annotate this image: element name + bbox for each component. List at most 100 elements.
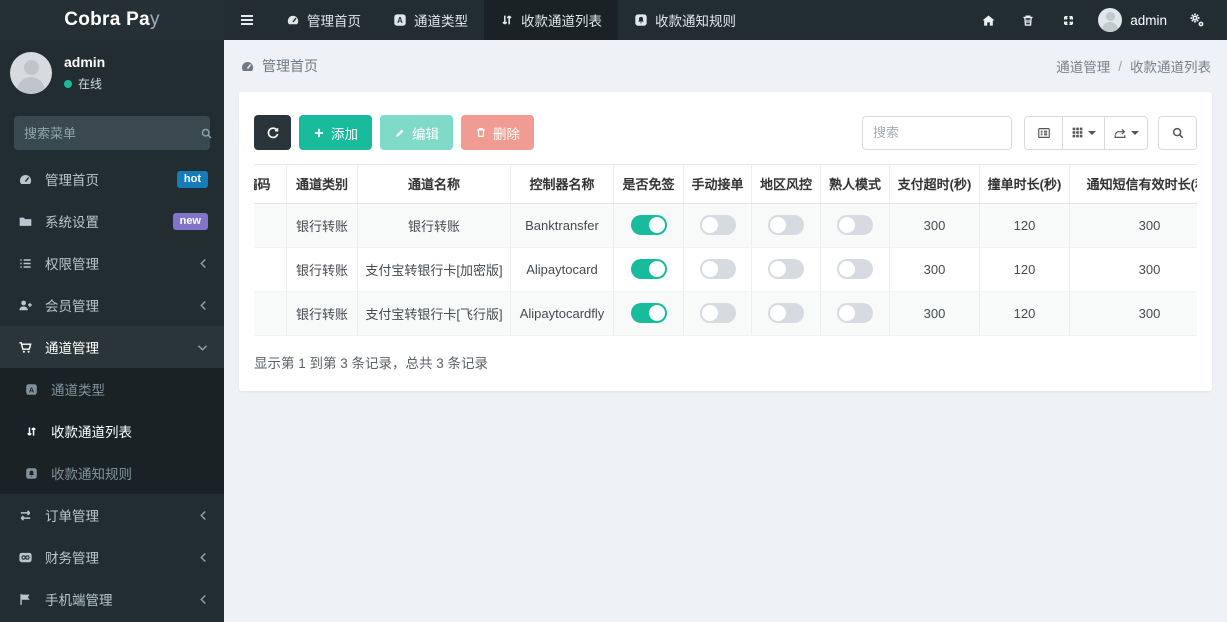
table-search-input[interactable]: [862, 115, 1012, 150]
toolbar-right: [862, 115, 1197, 150]
menu-label: 通道管理: [45, 341, 99, 356]
columns-button[interactable]: [1063, 115, 1105, 150]
user-menu[interactable]: admin: [1088, 8, 1177, 32]
header-manual-accept: 手动接单: [683, 165, 752, 204]
tab-channel-type[interactable]: A 通道类型: [377, 0, 484, 40]
sidebar-item-finance[interactable]: 财务管理: [0, 536, 224, 578]
table-row[interactable]: 6 银行转账 支付宝转银行卡[加密版] Alipaytocard 300 120…: [254, 247, 1197, 292]
status-label: 在线: [78, 77, 103, 91]
sidebar-item-orders[interactable]: 订单管理: [0, 494, 224, 536]
brand-logo[interactable]: Cobra Pa y: [0, 0, 224, 40]
cogs-icon: [1189, 12, 1205, 28]
menu-label: 管理首页: [45, 173, 99, 188]
delete-button[interactable]: 删除: [461, 115, 534, 150]
tab-dashboard[interactable]: 管理首页: [270, 0, 377, 40]
pencil-icon: [394, 127, 406, 139]
add-button[interactable]: 添加: [299, 115, 372, 150]
user-plus-icon: [16, 298, 34, 313]
manual-accept-toggle[interactable]: [699, 215, 736, 235]
chevron-down-icon: [197, 343, 208, 352]
breadcrumb-section-link[interactable]: 通道管理: [1056, 56, 1110, 76]
chevron-left-icon: [199, 594, 208, 605]
cell-category: 银行转账: [286, 247, 358, 292]
sidebar-item-mobile[interactable]: 手机端管理: [0, 578, 224, 620]
free-sign-toggle[interactable]: [630, 259, 667, 279]
sidebar-item-dashboard[interactable]: 管理首页 hot: [0, 158, 224, 200]
list-icon: [16, 256, 34, 271]
export-button[interactable]: [1105, 115, 1148, 150]
online-status: 在线: [64, 75, 105, 92]
breadcrumb-trail: 通道管理 / 收款通道列表: [1056, 56, 1211, 76]
fullscreen-button[interactable]: [1048, 0, 1088, 40]
detail-view-button[interactable]: [1024, 115, 1063, 150]
search-icon: [200, 127, 213, 140]
trash-icon: [1021, 13, 1035, 28]
cart-icon: [16, 340, 34, 355]
sidebar: admin 在线 管理首页 hot 系统设置 new: [0, 40, 224, 622]
region-risk-toggle[interactable]: [768, 303, 804, 323]
caret-down-icon: [1131, 130, 1139, 135]
cell-collision-time: 120: [979, 203, 1070, 248]
sidebar-subitem-notify-rules[interactable]: 收款通知规则: [0, 452, 224, 494]
tab-notify-rules[interactable]: 收款通知规则: [618, 0, 752, 40]
chevron-left-icon: [199, 258, 208, 269]
cell-collision-time: 120: [979, 291, 1070, 336]
table-row[interactable]: 5 银行转账 支付宝转银行卡[飞行版] Alipaytocardfly 300 …: [254, 291, 1197, 336]
manual-accept-toggle[interactable]: [699, 259, 736, 279]
clear-cache-button[interactable]: [1008, 0, 1048, 40]
sidebar-subitem-channel-list[interactable]: 收款通道列表: [0, 410, 224, 452]
header-trusted-mode: 熟人模式: [820, 165, 890, 204]
dashboard-icon: [16, 172, 34, 187]
breadcrumb: 管理首页 通道管理 / 收款通道列表: [224, 40, 1227, 92]
cell-sms-valid: 300: [1069, 247, 1197, 292]
cell-code: 6: [254, 247, 287, 292]
sidebar-item-permissions[interactable]: 权限管理: [0, 242, 224, 284]
menu-search-input[interactable]: [24, 125, 200, 141]
avatar: [1098, 8, 1123, 32]
sidebar-item-channels[interactable]: 通道管理: [0, 326, 224, 368]
refresh-button[interactable]: [254, 115, 291, 150]
svg-text:A: A: [397, 16, 403, 25]
menu-label: 手机端管理: [45, 593, 113, 608]
flag-icon: [16, 592, 34, 607]
exchange-icon: [500, 13, 514, 27]
region-risk-toggle[interactable]: [768, 259, 804, 279]
sidebar-toggle-button[interactable]: [224, 0, 270, 40]
trusted-mode-toggle[interactable]: [837, 259, 873, 279]
channels-submenu: A 通道类型 收款通道列表 收款通知规则: [0, 368, 224, 494]
sidebar-item-members[interactable]: 会员管理: [0, 284, 224, 326]
sidebar-subitem-channel-type[interactable]: A 通道类型: [0, 368, 224, 410]
table-panel: 添加 编辑 删除 搜索 码 通道类别 通道名称 控制器名称 是否免签 手动接单 …: [239, 92, 1212, 391]
table-toolbar: 添加 编辑 删除: [254, 115, 1197, 150]
settings-button[interactable]: [1177, 0, 1217, 40]
menu-label: 订单管理: [45, 509, 99, 524]
edit-button[interactable]: 编辑: [380, 115, 453, 150]
table-view-buttons: [1024, 115, 1148, 150]
page-title-label: 管理首页: [262, 58, 318, 74]
table-row[interactable]: 7 银行转账 银行转账 Banktransfer 300 120 300: [254, 203, 1197, 248]
plus-icon: [313, 127, 325, 139]
sidebar-item-settings[interactable]: 系统设置 new: [0, 200, 224, 242]
expand-arrows-icon: [1061, 13, 1076, 28]
free-sign-toggle[interactable]: [630, 215, 667, 235]
hamburger-icon: [239, 12, 255, 28]
header-name: 通道名称: [357, 165, 511, 204]
header-sms-valid: 通知短信有效时长(秒): [1069, 165, 1197, 204]
trusted-mode-toggle[interactable]: [837, 303, 873, 323]
free-sign-toggle[interactable]: [630, 303, 667, 323]
bell-square-icon: [22, 467, 40, 480]
chevron-left-icon: [199, 300, 208, 311]
menu-label: 会员管理: [45, 299, 99, 314]
cell-code: 7: [254, 203, 287, 248]
tab-channel-list[interactable]: 收款通道列表: [484, 0, 618, 40]
sidebar-menu: 管理首页 hot 系统设置 new 权限管理 会员管理 通道管理 A 通道类型 …: [0, 158, 224, 620]
list-alt-icon: [1037, 126, 1051, 140]
brand-bold: Cobra Pa: [64, 9, 150, 30]
trusted-mode-toggle[interactable]: [837, 215, 873, 235]
home-button[interactable]: [968, 0, 1008, 40]
cell-controller: Banktransfer: [510, 203, 614, 248]
manual-accept-toggle[interactable]: [699, 303, 736, 323]
region-risk-toggle[interactable]: [768, 215, 804, 235]
header-free-sign: 是否免签: [613, 165, 684, 204]
search-submit-button[interactable]: [1158, 115, 1197, 150]
